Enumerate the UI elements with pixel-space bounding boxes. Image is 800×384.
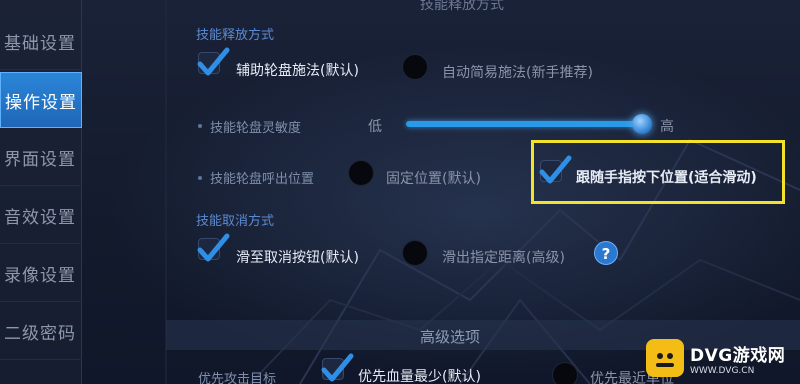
sensitivity-high-label: 高 (660, 119, 674, 135)
watermark-face-icon (646, 339, 684, 377)
sensitivity-low-label: 低 (368, 119, 382, 135)
bullet-dot (198, 124, 202, 128)
advanced-section-title: 高级选项 (420, 328, 481, 346)
sidebar-item-controls[interactable]: 操作设置 (0, 72, 82, 128)
watermark-logo: DVG游戏网 WWW.DVG.CN (646, 336, 800, 380)
sidebar-item-replay[interactable]: 录像设置 (0, 246, 82, 302)
sidebar-item-audio[interactable]: 音效设置 (0, 188, 82, 244)
bullet-dot (198, 176, 202, 180)
wheel-sensitivity-label: 技能轮盘灵敏度 (210, 121, 302, 136)
checkmark-icon (197, 233, 230, 262)
skill-cast-auto-label: 自动简易施法(新手推荐) (442, 65, 593, 81)
wheel-position-fixed-label: 固定位置(默认) (386, 171, 481, 187)
target-lowest-hp-checkbox[interactable] (320, 352, 354, 382)
skill-cancel-button-checkbox[interactable] (196, 232, 230, 262)
skill-cast-section-title: 技能释放方式 (196, 28, 275, 43)
sidebar-item-interface[interactable]: 界面设置 (0, 130, 82, 186)
watermark-url: WWW.DVG.CN (690, 365, 755, 376)
wheel-position-follow-label: 跟随手指按下位置(适合滑动) (576, 170, 757, 186)
skill-cast-auto-radio[interactable] (402, 54, 428, 80)
settings-sidebar: 基础设置 操作设置 界面设置 音效设置 录像设置 二级密码 (0, 0, 82, 384)
sensitivity-slider-handle[interactable] (632, 114, 652, 134)
sensitivity-slider-track[interactable] (406, 121, 642, 127)
panel-title: 技能释放方式 (420, 0, 504, 13)
target-lowest-hp-label: 优先血量最少(默认) (358, 369, 481, 384)
sidebar-item-basic[interactable]: 基础设置 (0, 14, 82, 70)
wheel-position-fixed-radio[interactable] (348, 160, 374, 186)
target-nearest-radio[interactable] (552, 362, 578, 384)
skill-cast-assisted-checkbox[interactable] (196, 46, 230, 76)
target-priority-label: 优先攻击目标 (198, 372, 277, 384)
sidebar-item-secondary-password[interactable]: 二级密码 (0, 304, 82, 360)
watermark-name: DVG游戏网 (690, 345, 786, 366)
skill-cancel-section-title: 技能取消方式 (196, 214, 275, 229)
skill-cancel-distance-label: 滑出指定距离(高级) (442, 250, 565, 266)
checkmark-icon (197, 47, 230, 76)
checkmark-icon (539, 155, 572, 184)
help-icon[interactable]: ? (594, 241, 618, 265)
skill-cancel-distance-radio[interactable] (402, 240, 428, 266)
wheel-position-follow-checkbox[interactable] (538, 154, 572, 184)
wheel-position-label: 技能轮盘呼出位置 (210, 172, 315, 187)
checkmark-icon (321, 353, 354, 382)
skill-cancel-button-label: 滑至取消按钮(默认) (236, 250, 359, 266)
skill-cast-assisted-label: 辅助轮盘施法(默认) (236, 63, 359, 79)
